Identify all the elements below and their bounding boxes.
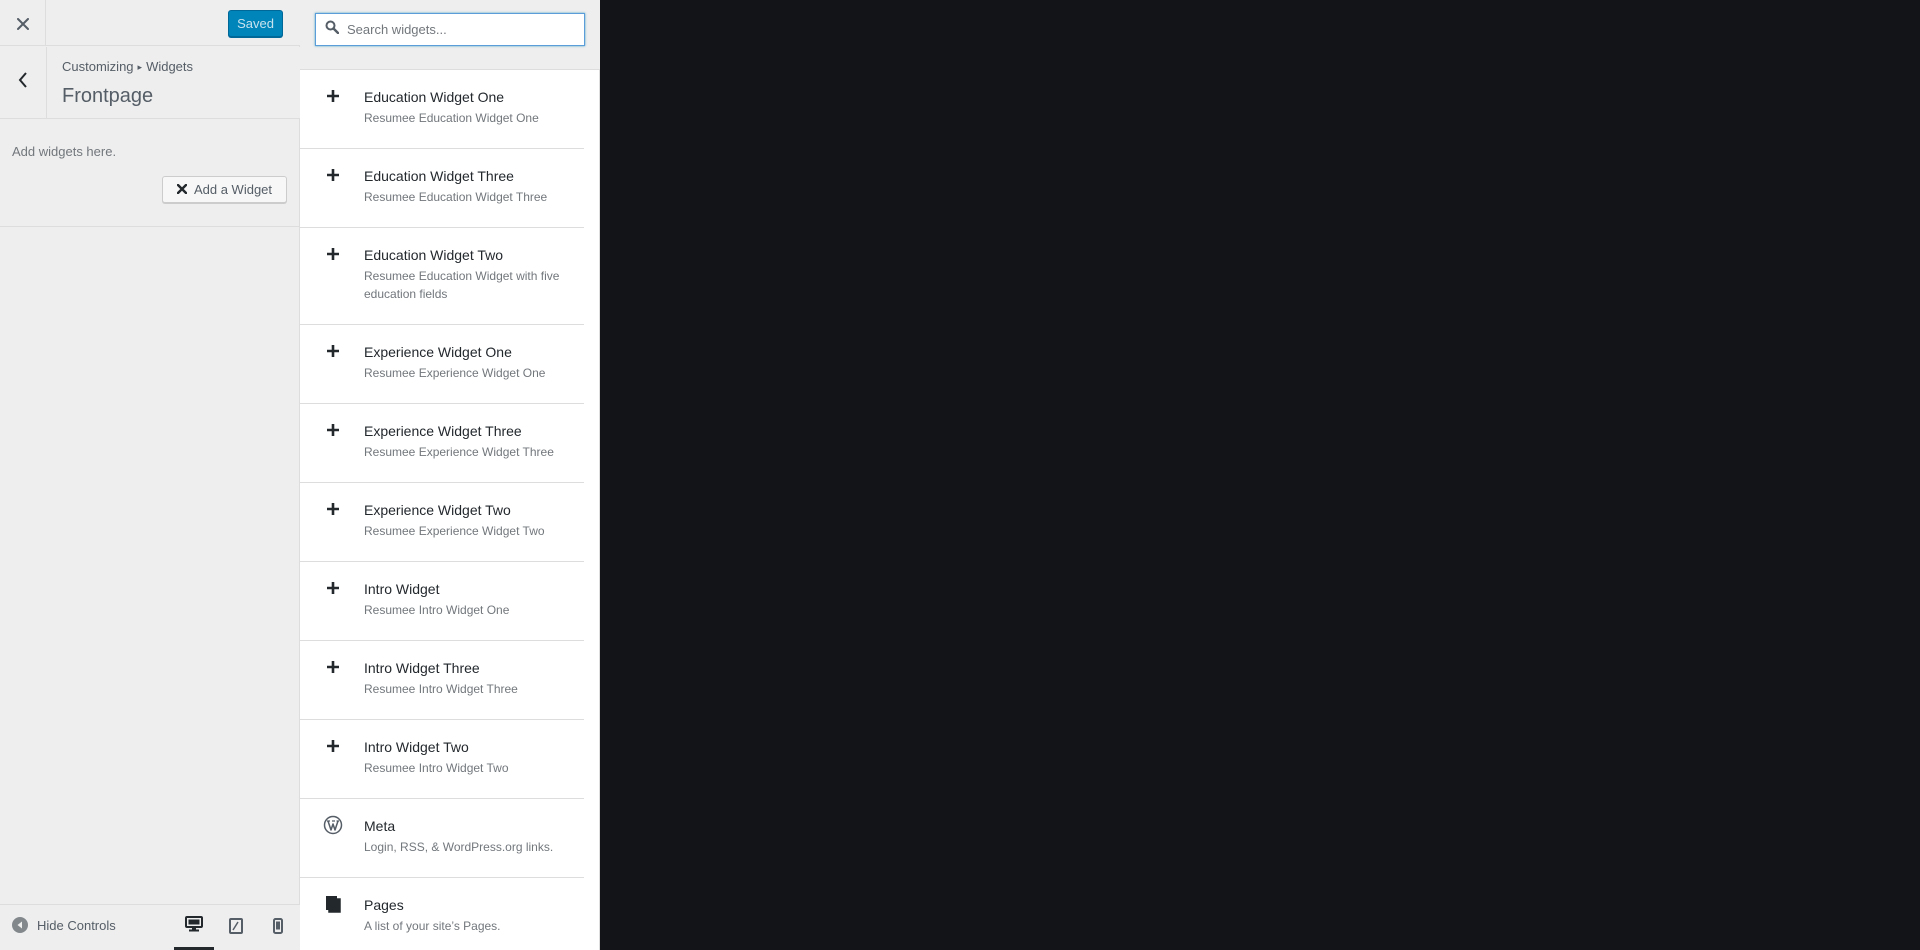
plus-icon <box>323 578 343 598</box>
widget-item[interactable]: Education Widget Two Resumee Education Wi… <box>300 228 584 325</box>
widget-title: Intro Widget Two <box>364 739 469 755</box>
widget-description: Resumee Experience Widget One <box>364 366 546 380</box>
site-preview[interactable] <box>601 0 1920 950</box>
widget-search-input[interactable] <box>347 22 567 37</box>
widget-description: Resumee Education Widget One <box>364 111 539 125</box>
widget-description: Resumee Experience Widget Two <box>364 524 545 538</box>
widget-title: Experience Widget One <box>364 344 512 360</box>
sidebar-description: Add widgets here. <box>12 144 117 159</box>
preview-tablet-button[interactable] <box>216 905 256 950</box>
breadcrumb-current: Widgets <box>146 59 194 74</box>
widget-description: Resumee Intro Widget Two <box>364 761 509 775</box>
widget-description: A list of your site’s Pages. <box>364 919 501 933</box>
widget-description: Resumee Intro Widget Three <box>364 682 518 696</box>
widget-title: Intro Widget <box>364 581 440 597</box>
plus-icon <box>323 499 343 519</box>
plus-icon <box>323 244 343 264</box>
widget-item[interactable]: Experience Widget Two Resumee Experience … <box>300 483 584 562</box>
plus-icon <box>323 165 343 185</box>
widget-item[interactable]: Education Widget Three Resumee Education … <box>300 149 584 228</box>
plus-icon <box>323 86 343 106</box>
add-widget-button[interactable]: Add a Widget <box>162 176 287 203</box>
breadcrumb: Customizing ▸ Widgets <box>62 59 193 74</box>
widget-description: Resumee Education Widget Three <box>364 190 548 204</box>
widget-search-box[interactable] <box>315 13 585 46</box>
divider <box>0 226 300 227</box>
widget-title: Education Widget One <box>364 89 505 105</box>
close-customizer-button[interactable] <box>0 0 46 46</box>
close-icon <box>176 181 188 198</box>
widget-item[interactable]: Pages A list of your site’s Pages. <box>300 878 584 950</box>
widget-item[interactable]: Intro Widget Three Resumee Intro Widget T… <box>300 641 584 720</box>
back-button[interactable] <box>0 47 47 118</box>
plus-icon <box>323 657 343 677</box>
chevron-left-icon <box>18 72 28 93</box>
widget-item[interactable]: Experience Widget One Resumee Experience … <box>300 325 584 404</box>
widget-title: Education Widget Two <box>364 247 504 263</box>
breadcrumb-root: Customizing <box>62 59 134 74</box>
hide-controls-label: Hide Controls <box>37 917 116 933</box>
pages-icon <box>323 894 343 914</box>
widget-title: Meta <box>364 818 396 834</box>
arrow-left-circle-icon <box>12 917 28 933</box>
widget-description: Resumee Experience Widget Three <box>364 445 554 459</box>
widget-list: Education Widget One Resumee Education Wi… <box>300 70 584 950</box>
preview-mobile-button[interactable] <box>258 905 298 950</box>
widget-title: Pages <box>364 897 404 913</box>
widget-item[interactable]: Intro Widget Resumee Intro Widget One <box>300 562 584 641</box>
widget-title: Education Widget Three <box>364 168 514 184</box>
widget-description: Login, RSS, & WordPress.org links. <box>364 840 554 854</box>
search-icon <box>325 20 340 39</box>
wordpress-icon <box>323 815 343 835</box>
available-widgets-panel: Education Widget One Resumee Education Wi… <box>300 0 899 950</box>
widget-item[interactable]: Meta Login, RSS, & WordPress.org links. <box>300 799 584 878</box>
triangle-right-icon: ▸ <box>137 62 143 72</box>
plus-icon <box>323 420 343 440</box>
plus-icon <box>323 341 343 361</box>
save-button[interactable]: Saved <box>228 10 283 37</box>
widget-title: Experience Widget Two <box>364 502 511 518</box>
tablet-icon <box>229 917 243 939</box>
widget-title: Experience Widget Three <box>364 423 522 439</box>
widget-description: Resumee Education Widget with five educa… <box>364 269 560 301</box>
mobile-icon <box>273 917 283 939</box>
section-header: Customizing ▸ Widgets Frontpage <box>0 47 300 119</box>
customizer-sidebar: Saved Customizing ▸ Widgets Frontpage Add … <box>0 0 300 950</box>
customizer-footer: Hide Controls <box>0 904 300 950</box>
widget-item[interactable]: Intro Widget Two Resumee Intro Widget Two <box>300 720 584 799</box>
desktop-icon <box>185 915 203 937</box>
widget-search-area <box>300 0 600 70</box>
page-title: Frontpage <box>62 85 154 107</box>
add-widget-label: Add a Widget <box>193 182 273 197</box>
customizer-header: Saved <box>0 0 300 46</box>
widget-title: Intro Widget Three <box>364 660 480 676</box>
widget-description: Resumee Intro Widget One <box>364 603 510 617</box>
plus-icon <box>323 736 343 756</box>
hide-controls-button[interactable]: Hide Controls <box>12 917 116 933</box>
widget-item[interactable]: Education Widget One Resumee Education Wi… <box>300 70 584 149</box>
widget-item[interactable]: Experience Widget Three Resumee Experienc… <box>300 404 584 483</box>
close-icon <box>16 10 29 36</box>
preview-desktop-button[interactable] <box>174 905 214 950</box>
